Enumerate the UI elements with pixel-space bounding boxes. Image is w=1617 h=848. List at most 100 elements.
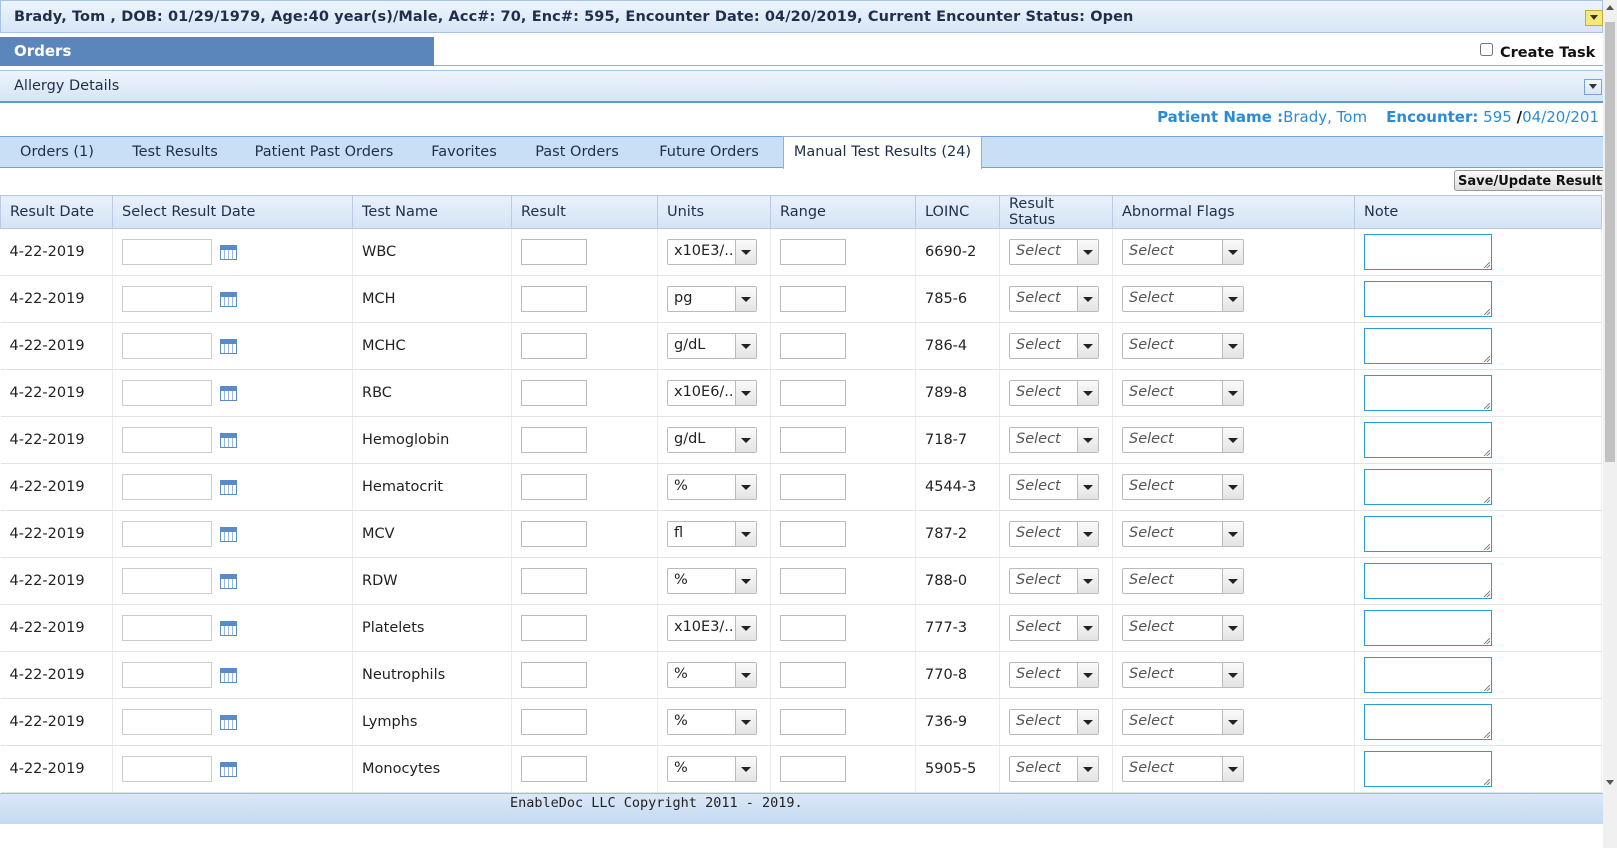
result-date-input[interactable]: [122, 427, 212, 453]
result-date-input[interactable]: [122, 568, 212, 594]
dropdown-arrow-icon[interactable]: [735, 616, 756, 640]
calendar-icon[interactable]: [220, 714, 237, 730]
col-range[interactable]: Range: [770, 195, 916, 229]
result-status-dropdown[interactable]: Select: [1009, 427, 1099, 453]
abnormal-flags-dropdown[interactable]: Select: [1122, 239, 1244, 265]
abnormal-flags-dropdown[interactable]: Select: [1122, 662, 1244, 688]
col-note[interactable]: Note: [1354, 195, 1602, 229]
abnormal-flags-dropdown[interactable]: Select: [1122, 474, 1244, 500]
result-date-input[interactable]: [122, 615, 212, 641]
result-status-dropdown[interactable]: Select: [1009, 286, 1099, 312]
dropdown-arrow-icon[interactable]: [735, 381, 756, 405]
result-status-dropdown[interactable]: Select: [1009, 709, 1099, 735]
units-dropdown[interactable]: %: [667, 756, 757, 782]
dropdown-arrow-icon[interactable]: [735, 663, 756, 687]
note-textarea[interactable]: [1364, 657, 1492, 693]
units-dropdown[interactable]: %: [667, 709, 757, 735]
dropdown-arrow-icon[interactable]: [735, 240, 756, 264]
dropdown-arrow-icon[interactable]: [1222, 428, 1243, 452]
range-input[interactable]: [780, 662, 846, 688]
result-status-dropdown[interactable]: Select: [1009, 333, 1099, 359]
dropdown-arrow-icon[interactable]: [735, 287, 756, 311]
units-dropdown[interactable]: %: [667, 474, 757, 500]
dropdown-arrow-icon[interactable]: [735, 475, 756, 499]
scrollbar-thumb[interactable]: [1605, 22, 1615, 462]
dropdown-arrow-icon[interactable]: [1077, 710, 1098, 734]
dropdown-arrow-icon[interactable]: [1222, 240, 1243, 264]
range-input[interactable]: [780, 615, 846, 641]
result-input[interactable]: [521, 709, 587, 735]
result-status-dropdown[interactable]: Select: [1009, 521, 1099, 547]
col-result[interactable]: Result: [511, 195, 658, 229]
calendar-icon[interactable]: [220, 385, 237, 401]
dropdown-arrow-icon[interactable]: [1222, 381, 1243, 405]
tab-favorites[interactable]: Favorites: [414, 137, 514, 167]
scroll-down-icon[interactable]: [1606, 780, 1614, 785]
abnormal-flags-dropdown[interactable]: Select: [1122, 380, 1244, 406]
abnormal-flags-dropdown[interactable]: Select: [1122, 333, 1244, 359]
result-input[interactable]: [521, 427, 587, 453]
units-dropdown[interactable]: g/dL: [667, 427, 757, 453]
dropdown-arrow-icon[interactable]: [735, 334, 756, 358]
calendar-icon[interactable]: [220, 573, 237, 589]
create-task-checkbox[interactable]: [1480, 43, 1493, 56]
col-result-status[interactable]: Result Status: [999, 195, 1113, 229]
result-date-input[interactable]: [122, 709, 212, 735]
result-input[interactable]: [521, 286, 587, 312]
result-input[interactable]: [521, 615, 587, 641]
dropdown-arrow-icon[interactable]: [1077, 522, 1098, 546]
dropdown-arrow-icon[interactable]: [735, 428, 756, 452]
result-date-input[interactable]: [122, 474, 212, 500]
dropdown-arrow-icon[interactable]: [1077, 428, 1098, 452]
abnormal-flags-dropdown[interactable]: Select: [1122, 756, 1244, 782]
result-date-input[interactable]: [122, 662, 212, 688]
dropdown-arrow-icon[interactable]: [1222, 663, 1243, 687]
units-dropdown[interactable]: %: [667, 568, 757, 594]
banner-collapse-icon[interactable]: [1585, 10, 1603, 26]
result-input[interactable]: [521, 333, 587, 359]
abnormal-flags-dropdown[interactable]: Select: [1122, 286, 1244, 312]
calendar-icon[interactable]: [220, 291, 237, 307]
tab-patient-past-orders[interactable]: Patient Past Orders: [240, 137, 408, 167]
result-status-dropdown[interactable]: Select: [1009, 239, 1099, 265]
result-input[interactable]: [521, 568, 587, 594]
range-input[interactable]: [780, 239, 846, 265]
col-result-date[interactable]: Result Date: [0, 195, 113, 229]
result-input[interactable]: [521, 239, 587, 265]
range-input[interactable]: [780, 474, 846, 500]
result-status-dropdown[interactable]: Select: [1009, 568, 1099, 594]
dropdown-arrow-icon[interactable]: [1077, 569, 1098, 593]
dropdown-arrow-icon[interactable]: [1077, 757, 1098, 781]
abnormal-flags-dropdown[interactable]: Select: [1122, 709, 1244, 735]
result-date-input[interactable]: [122, 333, 212, 359]
col-select-result-date[interactable]: Select Result Date: [112, 195, 353, 229]
calendar-icon[interactable]: [220, 667, 237, 683]
dropdown-arrow-icon[interactable]: [1222, 569, 1243, 593]
note-textarea[interactable]: [1364, 375, 1492, 411]
calendar-icon[interactable]: [220, 338, 237, 354]
dropdown-arrow-icon[interactable]: [735, 522, 756, 546]
col-units[interactable]: Units: [657, 195, 771, 229]
note-textarea[interactable]: [1364, 234, 1492, 270]
result-date-input[interactable]: [122, 521, 212, 547]
calendar-icon[interactable]: [220, 432, 237, 448]
note-textarea[interactable]: [1364, 328, 1492, 364]
result-status-dropdown[interactable]: Select: [1009, 380, 1099, 406]
dropdown-arrow-icon[interactable]: [1222, 710, 1243, 734]
abnormal-flags-dropdown[interactable]: Select: [1122, 521, 1244, 547]
dropdown-arrow-icon[interactable]: [1077, 287, 1098, 311]
dropdown-arrow-icon[interactable]: [1222, 334, 1243, 358]
col-test-name[interactable]: Test Name: [352, 195, 512, 229]
range-input[interactable]: [780, 756, 846, 782]
result-date-input[interactable]: [122, 380, 212, 406]
dropdown-arrow-icon[interactable]: [1222, 757, 1243, 781]
range-input[interactable]: [780, 521, 846, 547]
dropdown-arrow-icon[interactable]: [735, 569, 756, 593]
calendar-icon[interactable]: [220, 244, 237, 260]
units-dropdown[interactable]: x10E3/...: [667, 239, 757, 265]
range-input[interactable]: [780, 427, 846, 453]
result-status-dropdown[interactable]: Select: [1009, 615, 1099, 641]
dropdown-arrow-icon[interactable]: [1222, 475, 1243, 499]
note-textarea[interactable]: [1364, 422, 1492, 458]
dropdown-arrow-icon[interactable]: [1222, 287, 1243, 311]
